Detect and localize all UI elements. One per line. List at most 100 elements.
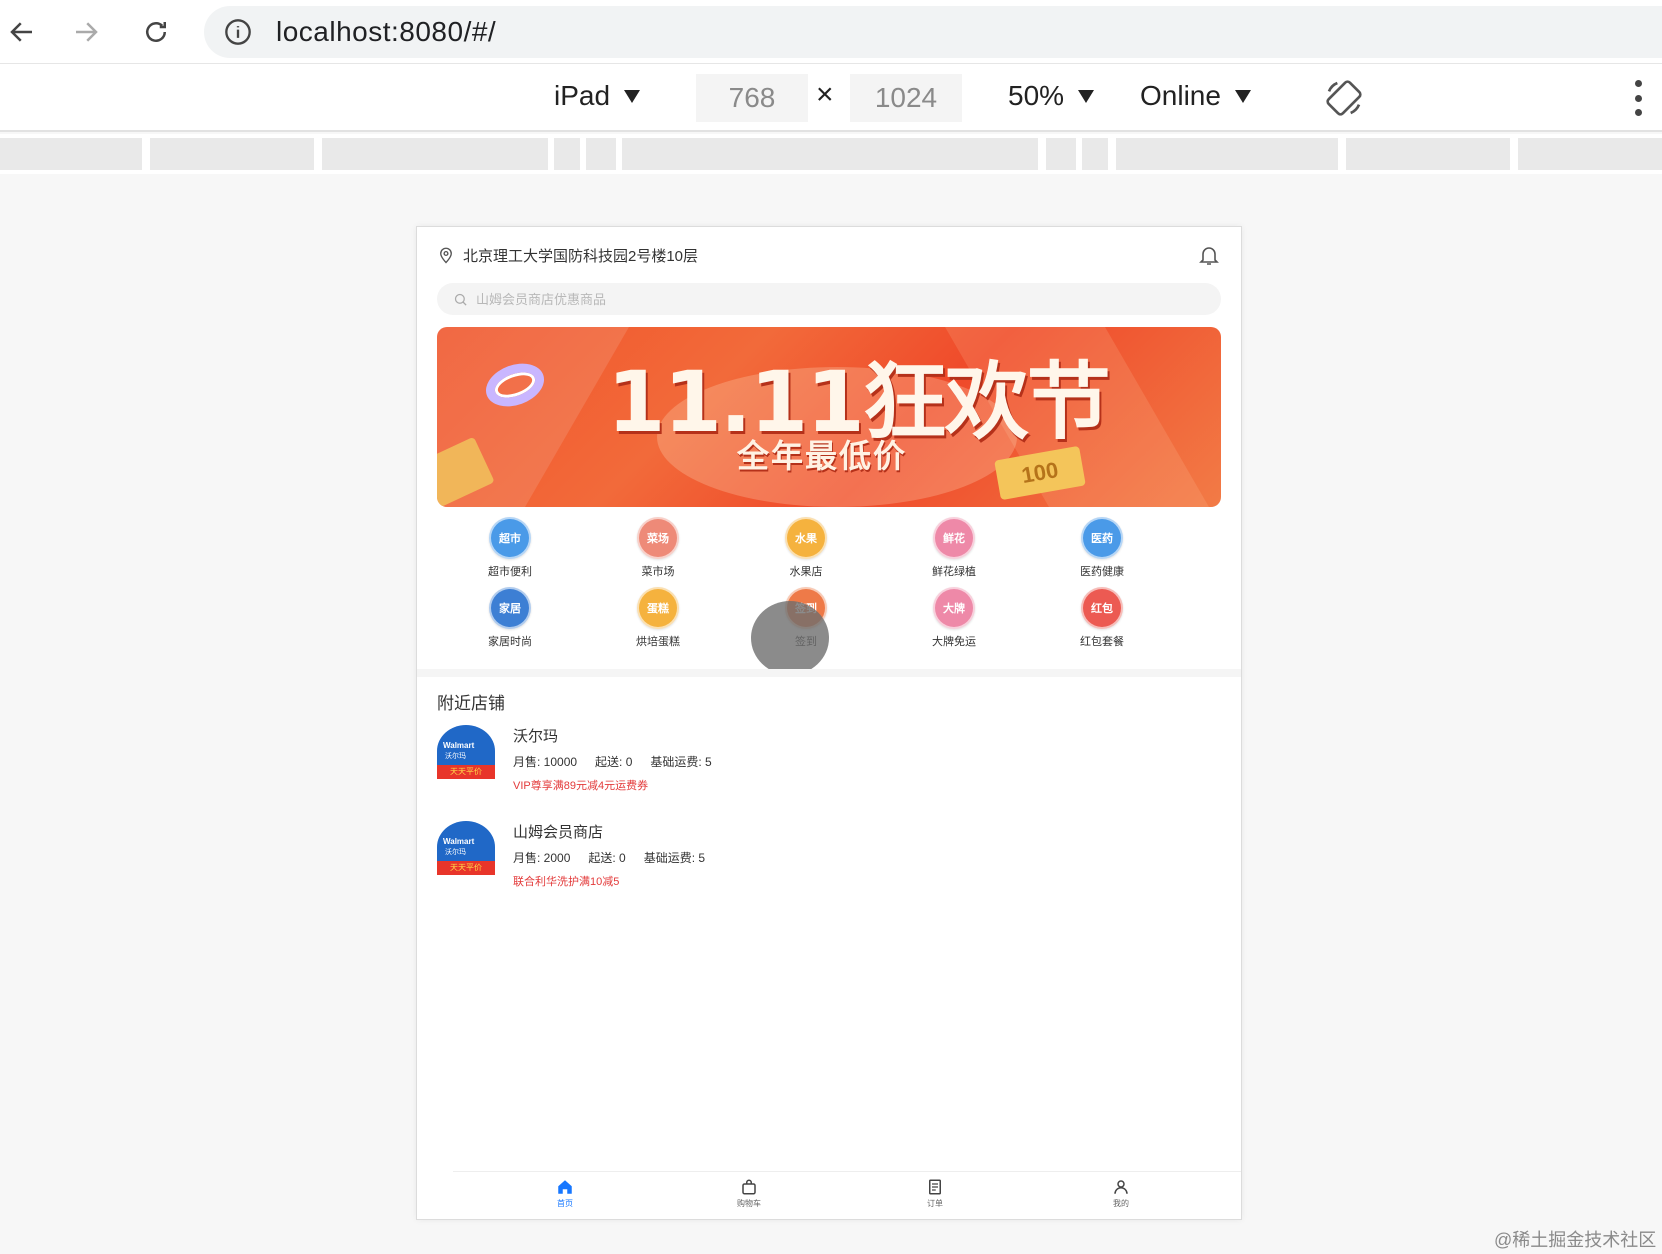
category-item[interactable]: 家居 家居时尚: [455, 587, 565, 649]
forward-button[interactable]: [64, 10, 108, 54]
tab-cart[interactable]: 购物车: [719, 1178, 779, 1209]
category-label: 水果店: [789, 566, 823, 578]
zoom-select[interactable]: 50%: [1008, 80, 1095, 112]
red-packet-icon: 红包: [1081, 587, 1123, 629]
touch-cursor: [751, 601, 829, 675]
tab-label: 购物车: [737, 1199, 761, 1208]
shop-min-order: 起送: 0: [588, 851, 626, 865]
device-label: iPad: [554, 80, 611, 111]
rotate-icon[interactable]: [1324, 78, 1364, 118]
logo-strip: 天天平价: [437, 861, 495, 875]
more-menu-icon[interactable]: [1630, 80, 1646, 116]
height-input[interactable]: 1024: [850, 74, 962, 122]
browser-toolbar: localhost:8080/#/: [0, 0, 1662, 64]
tab-profile[interactable]: 我的: [1091, 1178, 1151, 1209]
shop-sales: 月售: 10000: [513, 755, 578, 769]
shop-min-order: 起送: 0: [595, 755, 633, 769]
tab-home[interactable]: 首页: [535, 1178, 595, 1209]
arrow-left-icon: [10, 22, 32, 42]
watermark: @稀土掘金技术社区: [1494, 1230, 1657, 1250]
network-select[interactable]: Online: [1140, 80, 1251, 112]
info-icon[interactable]: [224, 18, 252, 46]
shop-promo: 联合利华洗护满10减5: [513, 876, 620, 888]
media-query-segment[interactable]: [554, 138, 580, 170]
search-bar[interactable]: [437, 283, 1221, 315]
shop-delivery-fee: 基础运费: 5: [643, 851, 706, 865]
tab-label: 订单: [927, 1199, 943, 1208]
search-input[interactable]: [476, 291, 1076, 307]
bottom-tab-bar: 首页 购物车 订单 我的: [453, 1171, 1241, 1219]
media-query-segment[interactable]: [1082, 138, 1108, 170]
category-label: 鲜花绿植: [932, 566, 976, 578]
market-icon: 菜场: [637, 517, 679, 559]
shop-logo: Walmart 沃尔玛 天天平价: [437, 821, 495, 879]
arrow-right-icon: [76, 22, 98, 42]
media-query-segment[interactable]: [150, 138, 314, 170]
category-label: 家居时尚: [488, 636, 532, 648]
category-label: 红包套餐: [1080, 636, 1124, 648]
media-query-segment[interactable]: [0, 138, 142, 170]
device-toolbar: iPad 768 × 1024 50% Online: [0, 64, 1662, 132]
zoom-label: 50%: [1008, 80, 1065, 111]
category-label: 超市便利: [488, 566, 532, 578]
location-text: 北京理工大学国防科技园2号楼10层: [463, 247, 699, 265]
location-row[interactable]: 北京理工大学国防科技园2号楼10层: [437, 243, 698, 267]
media-query-segment[interactable]: [1046, 138, 1076, 170]
logo-strip: 天天平价: [437, 765, 495, 779]
media-query-segment[interactable]: [1116, 138, 1338, 170]
shop-stats: 月售: 2000 起送: 0 基础运费: 5: [513, 849, 705, 866]
shop-logo: Walmart 沃尔玛 天天平价: [437, 725, 495, 783]
device-select[interactable]: iPad: [554, 80, 641, 112]
caret-down-icon: [624, 89, 641, 103]
media-query-segment[interactable]: [322, 138, 548, 170]
category-item[interactable]: 菜场 菜市场: [603, 517, 713, 579]
shop-item[interactable]: Walmart 沃尔玛 天天平价 山姆会员商店 月售: 2000 起送: 0 基…: [437, 821, 1137, 901]
nearby-shops-title: 附近店铺: [437, 694, 505, 713]
media-query-segment[interactable]: [1518, 138, 1662, 170]
shop-delivery-fee: 基础运费: 5: [650, 755, 712, 769]
network-label: Online: [1140, 80, 1221, 111]
bag-icon: [742, 1179, 756, 1195]
category-item[interactable]: 大牌 大牌免运: [899, 587, 1009, 649]
width-input[interactable]: 768: [696, 74, 808, 122]
shop-name: 山姆会员商店: [513, 824, 604, 841]
address-bar[interactable]: localhost:8080/#/: [204, 6, 1662, 58]
tab-label: 我的: [1113, 1199, 1129, 1208]
reload-button[interactable]: [134, 10, 178, 54]
category-label: 医药健康: [1080, 566, 1124, 578]
category-item[interactable]: 超市 超市便利: [455, 517, 565, 579]
home-goods-icon: 家居: [489, 587, 531, 629]
category-item[interactable]: 水果 水果店: [751, 517, 861, 579]
category-label: 烘培蛋糕: [636, 636, 680, 648]
home-icon: [558, 1180, 572, 1194]
media-query-segment[interactable]: [586, 138, 616, 170]
shop-stats: 月售: 10000 起送: 0 基础运费: 5: [513, 753, 712, 770]
media-query-segment[interactable]: [622, 138, 1038, 170]
category-item[interactable]: 蛋糕 烘培蛋糕: [603, 587, 713, 649]
category-item[interactable]: 红包 红包套餐: [1047, 587, 1157, 649]
category-label: 大牌免运: [932, 636, 976, 648]
category-label: 菜市场: [641, 566, 675, 578]
tab-orders[interactable]: 订单: [905, 1178, 965, 1209]
shop-item[interactable]: Walmart 沃尔玛 天天平价 沃尔玛 月售: 10000 起送: 0 基础运…: [437, 725, 1137, 805]
media-query-bar: [0, 134, 1662, 174]
bell-icon[interactable]: [1197, 243, 1221, 267]
promo-banner[interactable]: 11.11狂欢节 全年最低价 100: [437, 327, 1221, 507]
category-item[interactable]: 鲜花 鲜花绿植: [899, 517, 1009, 579]
logo-text: Walmart: [443, 741, 475, 750]
url-text[interactable]: localhost:8080/#/: [276, 16, 496, 48]
medicine-icon: 医药: [1081, 517, 1123, 559]
category-grid: 超市 超市便利 菜场 菜市场 水果 水果店 鲜花 鲜花绿植 医药 医药健康 家居…: [437, 517, 1221, 657]
logo-text: Walmart: [443, 837, 475, 846]
category-item[interactable]: 医药 医药健康: [1047, 517, 1157, 579]
back-button[interactable]: [0, 10, 44, 54]
section-divider: [417, 669, 1241, 677]
cake-icon: 蛋糕: [637, 587, 679, 629]
reload-icon: [146, 22, 166, 42]
banner-subtitle: 全年最低价: [737, 438, 908, 474]
media-query-segment[interactable]: [1346, 138, 1510, 170]
location-pin-icon: [440, 247, 452, 264]
caret-down-icon: [1234, 89, 1251, 103]
shop-name: 沃尔玛: [513, 728, 559, 745]
order-icon: [929, 1179, 941, 1195]
